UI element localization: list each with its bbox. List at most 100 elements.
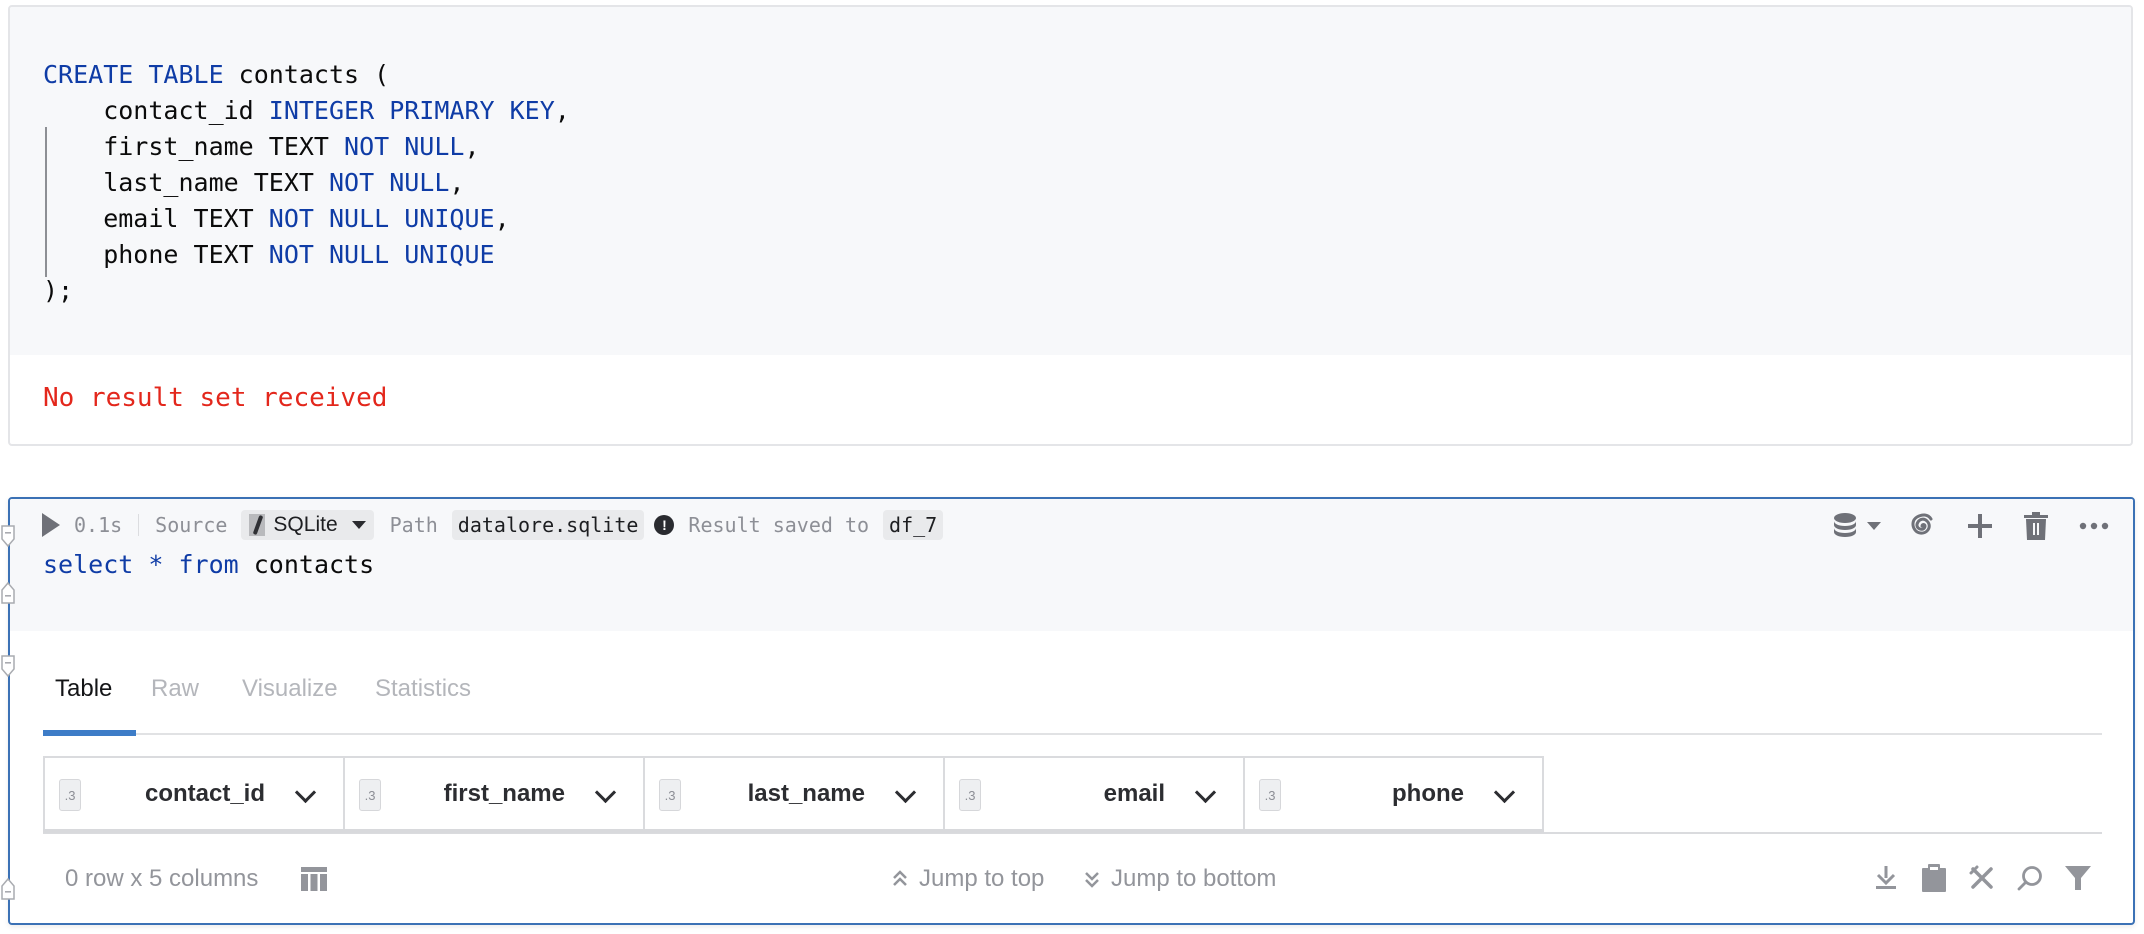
jump-to-bottom-button[interactable]: Jump to bottom [1083, 865, 1276, 893]
execution-time: 0.1s [74, 513, 123, 537]
chevron-down-icon[interactable] [1194, 781, 1217, 804]
cell-output-message: No result set received [43, 383, 388, 413]
columns-icon[interactable] [301, 867, 327, 891]
column-name: contact_id [144, 780, 265, 807]
sqlite-feather-icon [249, 514, 266, 536]
code-editor[interactable]: 0.1s Source SQLite Path datalore.sqlite … [10, 499, 2133, 631]
column-type-badge: .3 [359, 779, 381, 811]
cell-toolbar: 0.1s Source SQLite Path datalore.sqlite … [42, 509, 2113, 541]
tab-raw[interactable]: Raw [151, 669, 199, 709]
source-select[interactable]: SQLite [241, 510, 374, 540]
path-value[interactable]: datalore.sqlite [451, 510, 645, 540]
collapse-marker-icon[interactable] [1, 655, 15, 677]
keyword: select [43, 550, 134, 579]
chevron-down-icon[interactable] [1493, 781, 1516, 804]
result-label: Result saved to [688, 513, 870, 537]
toolbar-divider [138, 514, 140, 536]
operator: * [133, 550, 179, 579]
code-line: CREATE TABLE contacts ( [43, 57, 570, 93]
code-token: , [554, 96, 570, 125]
keyword: INTEGER PRIMARY KEY [268, 96, 555, 125]
keyword: NOT NULL UNIQUE [268, 240, 495, 269]
keyword: NOT NULL [344, 132, 465, 161]
code-text[interactable]: CREATE TABLE contacts ( contact_id INTEG… [43, 57, 570, 309]
tab-visualize[interactable]: Visualize [242, 669, 338, 709]
keyword: NOT NULL [328, 168, 450, 197]
caret-down-icon [351, 521, 366, 529]
collapse-marker-icon[interactable] [1, 878, 15, 900]
column-header-email[interactable]: .3 email [945, 758, 1245, 831]
chevron-down-icon[interactable] [894, 781, 917, 804]
collapse-marker-icon[interactable] [1, 525, 15, 547]
double-chevron-up-icon [893, 870, 907, 886]
tab-statistics[interactable]: Statistics [375, 669, 471, 709]
column-type-badge: .3 [959, 779, 981, 811]
column-header-first-name[interactable]: .3 first_name [345, 758, 645, 831]
trash-icon[interactable] [2023, 511, 2049, 541]
tab-table[interactable]: Table [55, 669, 112, 709]
code-line: contact_id INTEGER PRIMARY KEY, [43, 93, 570, 129]
source-value: SQLite [273, 513, 338, 536]
sql-cell-select[interactable]: 0.1s Source SQLite Path datalore.sqlite … [8, 497, 2135, 925]
cell-actions [1831, 511, 2109, 541]
column-type-badge: .3 [59, 779, 81, 811]
code-token: ); [43, 276, 74, 305]
jump-to-top-label: Jump to top [919, 865, 1045, 892]
code-token: last_name TEXT [43, 168, 329, 197]
double-chevron-down-icon [1085, 872, 1099, 888]
jump-to-top-button[interactable]: Jump to top [891, 865, 1044, 893]
table-summary: 0 row x 5 columns [65, 865, 259, 892]
column-name: email [1103, 780, 1165, 807]
chevron-down-icon[interactable] [294, 781, 317, 804]
code-token: , [494, 204, 510, 233]
code-line: last_name TEXT NOT NULL, [43, 165, 570, 201]
code-token: phone TEXT [43, 240, 269, 269]
table-header-underline [43, 829, 1544, 833]
database-dropdown-caret-icon[interactable] [1867, 511, 1881, 541]
column-header-contact-id[interactable]: .3 contact_id [45, 758, 345, 831]
warning-icon[interactable]: ! [654, 515, 675, 535]
code-editor[interactable]: CREATE TABLE contacts ( contact_id INTEG… [10, 7, 2131, 355]
column-type-badge: .3 [659, 779, 681, 811]
column-name: phone [1392, 780, 1464, 807]
jump-to-bottom-label: Jump to bottom [1111, 865, 1277, 892]
column-header-phone[interactable]: .3 phone [1245, 758, 1542, 831]
table-footer: 0 row x 5 columns Jump to top Jump to bo… [43, 859, 2102, 899]
code-line: ); [43, 273, 570, 309]
spiral-icon[interactable] [1907, 511, 1937, 541]
code-token: contact_id [43, 96, 269, 125]
chevron-down-icon[interactable] [594, 781, 617, 804]
code-token: , [449, 168, 465, 197]
table-header: .3 contact_id .3 first_name .3 last_name .3 ema… [43, 756, 1544, 831]
path-label: Path [389, 513, 438, 537]
code-token: email TEXT [43, 204, 269, 233]
download-icon[interactable] [1872, 863, 1900, 893]
table-actions [1872, 863, 2092, 893]
output-tabs: Table Raw Visualize Statistics [43, 669, 2102, 736]
source-label: Source [155, 513, 228, 537]
column-name: last_name [747, 780, 865, 807]
code-token: , [464, 132, 480, 161]
column-type-badge: .3 [1259, 779, 1281, 811]
clipboard-icon[interactable] [1920, 863, 1948, 893]
filter-icon[interactable] [2064, 863, 2092, 893]
sql-cell-create-table[interactable]: CREATE TABLE contacts ( contact_id INTEG… [8, 5, 2133, 446]
code-text[interactable]: select * from contacts [43, 550, 374, 579]
run-icon[interactable] [42, 513, 60, 537]
identifier: contacts [238, 550, 375, 579]
tools-icon[interactable] [1968, 863, 1996, 893]
keyword: CREATE TABLE [43, 60, 224, 89]
add-icon[interactable] [1967, 511, 1993, 541]
active-tab-indicator [43, 730, 136, 736]
search-icon[interactable] [2016, 863, 2044, 893]
code-line: first_name TEXT NOT NULL, [43, 129, 570, 165]
column-header-last-name[interactable]: .3 last_name [645, 758, 945, 831]
keyword: NOT NULL UNIQUE [268, 204, 495, 233]
code-line: phone TEXT NOT NULL UNIQUE [43, 237, 570, 273]
code-line: email TEXT NOT NULL UNIQUE, [43, 201, 570, 237]
collapse-marker-icon[interactable] [1, 582, 15, 604]
result-variable[interactable]: df_7 [883, 510, 944, 540]
column-name: first_name [443, 780, 565, 807]
database-icon[interactable] [1831, 511, 1859, 541]
more-icon[interactable] [2079, 511, 2109, 541]
